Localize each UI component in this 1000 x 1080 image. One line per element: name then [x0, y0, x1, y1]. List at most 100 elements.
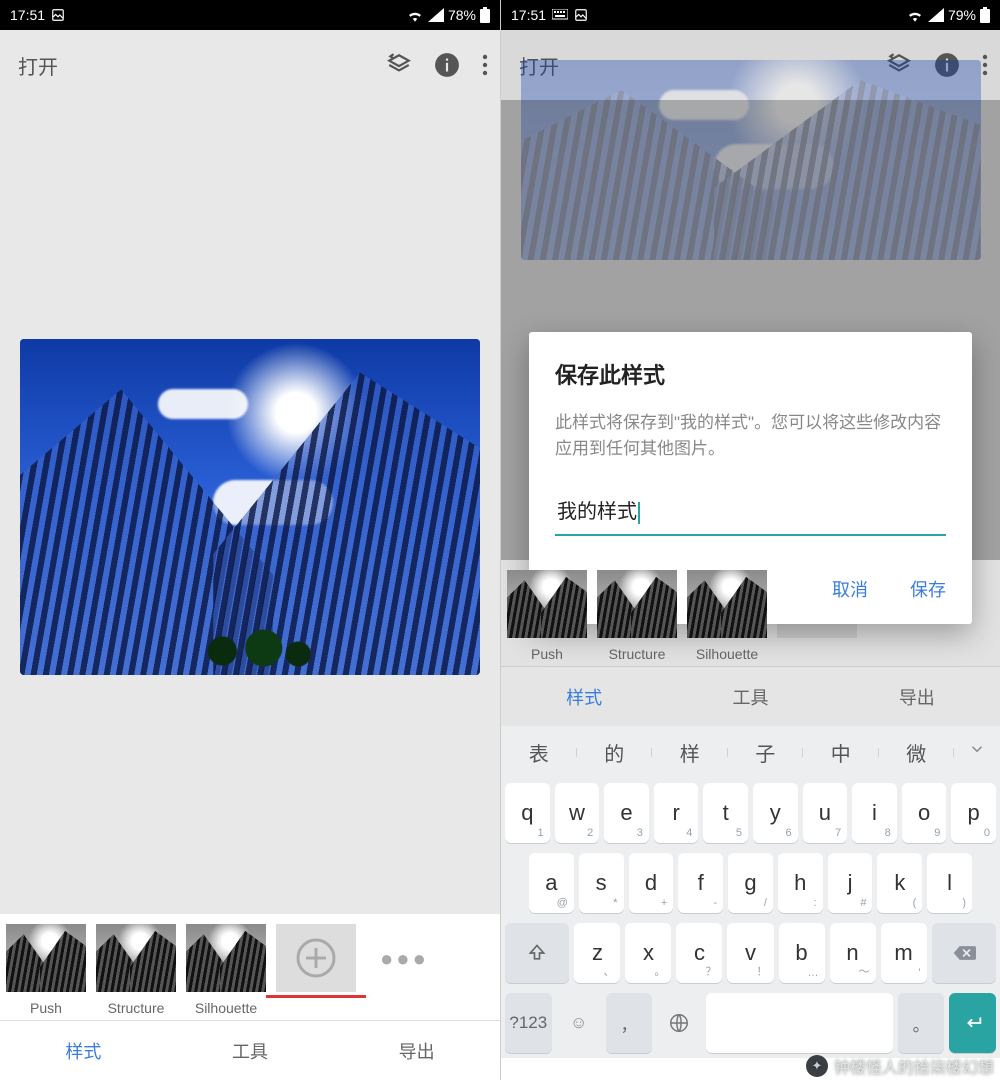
dialog-title: 保存此样式: [555, 358, 946, 390]
style-thumb-structure[interactable]: Structure: [597, 570, 677, 662]
image-canvas[interactable]: [0, 100, 500, 914]
suggestions-expand-icon[interactable]: [954, 740, 1000, 764]
suggestion[interactable]: 微: [879, 738, 955, 767]
style-thumb-silhouette[interactable]: Silhouette: [687, 570, 767, 662]
backspace-icon: [952, 943, 976, 963]
keyboard-row-3: z、x。c？v！b…n～m': [501, 918, 1000, 988]
soft-keyboard: 表 的 样 子 中 微 q1w2e3r4t5y6u7i8o9p0 a@s*d+f…: [501, 726, 1000, 1058]
dialog-body: 此样式将保存到"我的样式"。您可以将这些修改内容应用到任何其他图片。: [555, 410, 946, 463]
tab-tools[interactable]: 工具: [167, 1021, 334, 1080]
key-j[interactable]: j#: [828, 853, 873, 913]
tab-export[interactable]: 导出: [834, 667, 1000, 726]
status-battery-text: 79%: [948, 7, 976, 23]
image-icon: [51, 8, 65, 22]
enter-icon: [962, 1012, 984, 1034]
style-thumb-structure[interactable]: Structure: [96, 924, 176, 1016]
overflow-menu-icon[interactable]: [982, 54, 988, 76]
key-m[interactable]: m': [881, 923, 927, 983]
period-key[interactable]: 。: [898, 993, 945, 1053]
symbols-key[interactable]: ?123: [505, 993, 552, 1053]
key-f[interactable]: f-: [678, 853, 723, 913]
key-y[interactable]: y6: [753, 783, 798, 843]
image-canvas: 保存此样式 此样式将保存到"我的样式"。您可以将这些修改内容应用到任何其他图片。…: [501, 100, 1000, 560]
key-s[interactable]: s*: [579, 853, 624, 913]
keyboard-row-4: ?123 ☺ ， 。: [501, 988, 1000, 1058]
battery-icon: [480, 7, 490, 23]
style-label: Silhouette: [696, 646, 758, 662]
dialog-cancel-button[interactable]: 取消: [832, 576, 868, 602]
key-z[interactable]: z、: [574, 923, 620, 983]
style-thumb-push[interactable]: Push: [507, 570, 587, 662]
tab-tools[interactable]: 工具: [667, 667, 833, 726]
key-e[interactable]: e3: [604, 783, 649, 843]
open-button[interactable]: 打开: [18, 51, 58, 80]
key-i[interactable]: i8: [852, 783, 897, 843]
text-caret: [638, 502, 640, 524]
signal-icon: [928, 8, 944, 22]
style-label: Silhouette: [195, 1000, 257, 1016]
style-label: Push: [30, 1000, 62, 1016]
key-a[interactable]: a@: [529, 853, 574, 913]
enter-key[interactable]: [949, 993, 996, 1053]
app-header: 打开: [0, 30, 500, 100]
comma-key[interactable]: ，: [606, 993, 653, 1053]
key-o[interactable]: o9: [902, 783, 947, 843]
signal-icon: [428, 8, 444, 22]
language-key[interactable]: [657, 993, 701, 1053]
style-thumb-silhouette[interactable]: Silhouette: [186, 924, 266, 1016]
key-w[interactable]: w2: [555, 783, 600, 843]
key-n[interactable]: n～: [830, 923, 876, 983]
bottom-tabs: 样式 工具 导出: [0, 1020, 500, 1080]
more-styles-icon[interactable]: ●●●: [380, 946, 429, 972]
screenshot-right: 17:51 79% 打开: [500, 0, 1000, 1080]
plus-circle-icon: [293, 935, 339, 981]
annotation-underline: [266, 995, 366, 998]
style-name-input[interactable]: 我的样式: [555, 491, 946, 537]
style-thumb-push[interactable]: Push: [6, 924, 86, 1016]
style-presets-strip[interactable]: Push Structure Silhouette ●●●: [0, 914, 500, 1020]
battery-icon: [980, 7, 990, 23]
style-label: Structure: [609, 646, 666, 662]
suggestion[interactable]: 子: [728, 738, 804, 767]
space-key[interactable]: [706, 993, 893, 1053]
keyboard-indicator-icon: [552, 9, 568, 21]
status-battery-text: 78%: [448, 7, 476, 23]
globe-icon: [668, 1012, 690, 1034]
tab-styles[interactable]: 样式: [0, 1021, 167, 1080]
shift-icon: [527, 943, 547, 963]
overflow-menu-icon[interactable]: [482, 54, 488, 76]
image-icon: [574, 8, 588, 22]
key-r[interactable]: r4: [654, 783, 699, 843]
key-x[interactable]: x。: [625, 923, 671, 983]
suggestion[interactable]: 样: [652, 738, 728, 767]
key-t[interactable]: t5: [703, 783, 748, 843]
key-l[interactable]: l): [927, 853, 972, 913]
info-icon[interactable]: [434, 52, 460, 78]
tab-export[interactable]: 导出: [333, 1021, 500, 1080]
tab-styles[interactable]: 样式: [501, 667, 667, 726]
key-p[interactable]: p0: [951, 783, 996, 843]
edited-photo: [20, 339, 480, 675]
key-b[interactable]: b…: [779, 923, 825, 983]
key-g[interactable]: g/: [728, 853, 773, 913]
key-h[interactable]: h:: [778, 853, 823, 913]
suggestion-bar: 表 的 样 子 中 微: [501, 726, 1000, 778]
key-u[interactable]: u7: [803, 783, 848, 843]
add-style-button[interactable]: [276, 924, 356, 998]
shift-key[interactable]: [505, 923, 569, 983]
style-name-value: 我的样式: [557, 501, 637, 523]
backspace-key[interactable]: [932, 923, 996, 983]
key-c[interactable]: c？: [676, 923, 722, 983]
layers-undo-icon[interactable]: [386, 52, 412, 78]
keyboard-row-2: a@s*d+f-g/h:j#k(l): [501, 848, 1000, 918]
key-q[interactable]: q1: [505, 783, 550, 843]
suggestion[interactable]: 中: [803, 738, 879, 767]
key-k[interactable]: k(: [877, 853, 922, 913]
dialog-save-button[interactable]: 保存: [910, 576, 946, 602]
suggestion[interactable]: 的: [577, 738, 653, 767]
emoji-key[interactable]: ☺: [557, 993, 601, 1053]
wifi-icon: [906, 8, 924, 22]
suggestion[interactable]: 表: [501, 738, 577, 767]
key-d[interactable]: d+: [629, 853, 674, 913]
key-v[interactable]: v！: [727, 923, 773, 983]
